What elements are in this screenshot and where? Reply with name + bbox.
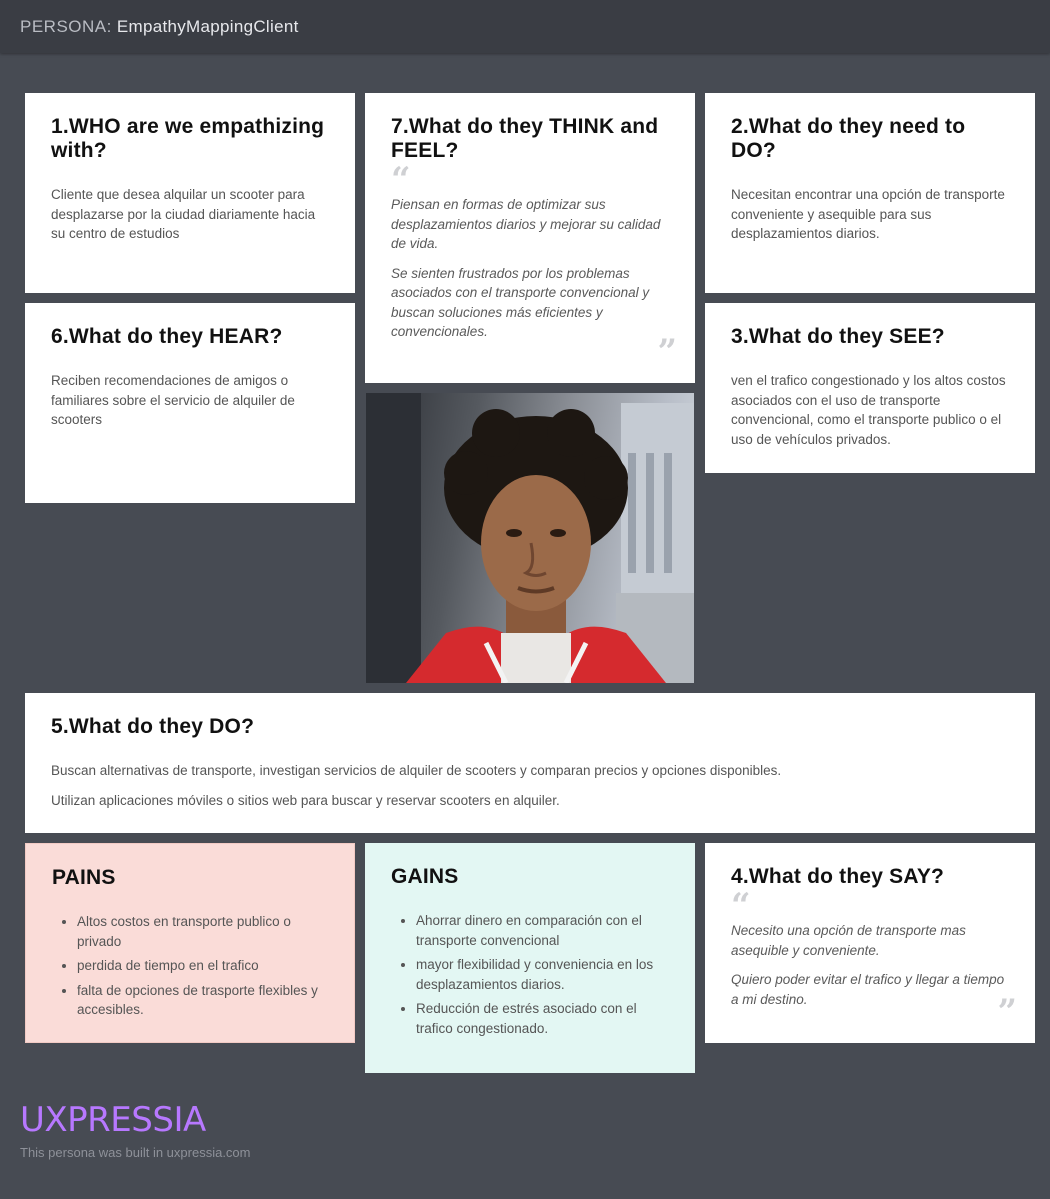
think-feel-title: 7.What do they THINK and FEEL? bbox=[391, 115, 659, 162]
do-text: Buscan alternativas de transporte, inves… bbox=[51, 763, 782, 778]
who-title: 1.WHO are we empathizing with? bbox=[51, 115, 325, 162]
footer-note: This persona was built in uxpressia.com bbox=[20, 1145, 251, 1160]
persona-photo bbox=[366, 393, 694, 683]
hear-text: Reciben recomendaciones de amigos o fami… bbox=[51, 373, 295, 427]
close-quote-icon: ” bbox=[997, 992, 1017, 1032]
close-quote-icon: ” bbox=[657, 332, 677, 372]
pains-title: PAINS bbox=[52, 866, 116, 889]
gains-list: Ahorrar dinero en comparación con el tra… bbox=[391, 911, 669, 1038]
say-title: 4.What do they SAY? bbox=[731, 865, 945, 888]
hear-title: 6.What do they HEAR? bbox=[51, 325, 283, 348]
gains-item: mayor flexibilidad y conveniencia en los… bbox=[416, 955, 669, 994]
say-quote: Necesito una opción de transporte mas as… bbox=[731, 923, 966, 958]
do-card: 5.What do they DO? Buscan alternativas d… bbox=[25, 693, 1035, 833]
pains-card: PAINS Altos costos en transporte publico… bbox=[25, 843, 355, 1043]
need-card: 2.What do they need to DO? Necesitan enc… bbox=[705, 93, 1035, 293]
gains-item: Reducción de estrés asociado con el traf… bbox=[416, 999, 669, 1038]
pains-item: perdida de tiempo en el trafico bbox=[77, 956, 328, 976]
persona-name[interactable]: EmpathyMappingClient bbox=[117, 17, 299, 37]
hear-card: 6.What do they HEAR? Reciben recomendaci… bbox=[25, 303, 355, 503]
say-card: 4.What do they SAY? “ Necesito una opció… bbox=[705, 843, 1035, 1043]
see-text: ven el trafico congestionado y los altos… bbox=[731, 373, 1006, 447]
gains-card: GAINS Ahorrar dinero en comparación con … bbox=[365, 843, 695, 1073]
pains-item: Altos costos en transporte publico o pri… bbox=[77, 912, 328, 951]
uxpressia-logo[interactable]: UXPRESSIA bbox=[20, 1100, 206, 1140]
gains-item: Ahorrar dinero en comparación con el tra… bbox=[416, 911, 669, 950]
say-quote: Quiero poder evitar el trafico y llegar … bbox=[731, 972, 1005, 1007]
who-card: 1.WHO are we empathizing with? Cliente q… bbox=[25, 93, 355, 293]
think-feel-card: 7.What do they THINK and FEEL? “ Piensan… bbox=[365, 93, 695, 383]
think-feel-quote: Piensan en formas de optimizar sus despl… bbox=[391, 197, 661, 251]
think-feel-quote: Se sienten frustrados por los problemas … bbox=[391, 265, 650, 340]
who-text: Cliente que desea alquilar un scooter pa… bbox=[51, 187, 316, 241]
see-title: 3.What do they SEE? bbox=[731, 325, 945, 348]
top-bar: PERSONA: EmpathyMappingClient bbox=[0, 0, 1050, 53]
need-title: 2.What do they need to DO? bbox=[731, 115, 966, 162]
do-title: 5.What do they DO? bbox=[51, 715, 255, 738]
pains-item: falta de opciones de trasporte flexibles… bbox=[77, 981, 328, 1020]
do-text: Utilizan aplicaciones móviles o sitios w… bbox=[51, 792, 560, 808]
open-quote-icon: “ bbox=[731, 886, 751, 926]
persona-portrait-image bbox=[366, 393, 694, 683]
open-quote-icon: “ bbox=[391, 160, 411, 200]
pains-list: Altos costos en transporte publico o pri… bbox=[52, 912, 328, 1020]
gains-title: GAINS bbox=[391, 865, 459, 888]
persona-label: PERSONA: bbox=[20, 16, 112, 36]
need-text: Necesitan encontrar una opción de transp… bbox=[731, 187, 1005, 241]
see-card: 3.What do they SEE? ven el trafico conge… bbox=[705, 303, 1035, 473]
